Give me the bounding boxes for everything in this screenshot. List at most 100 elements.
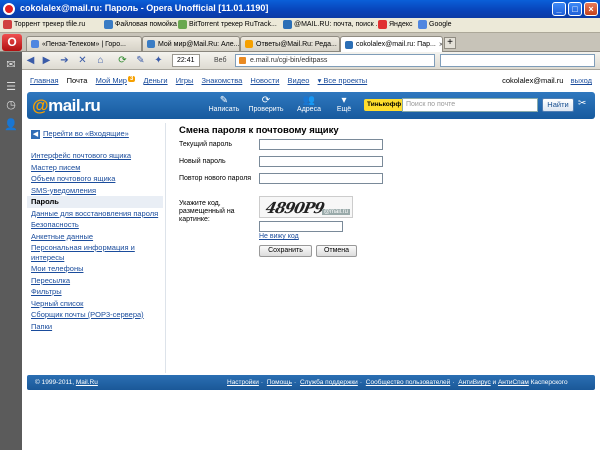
nav-glavnaya[interactable]: Главная [30,76,59,85]
more-button[interactable]: ▾ Ещё [322,95,366,113]
nav-video[interactable]: Видео [288,76,310,85]
repeat-password-input[interactable] [259,173,383,184]
check-mail-button[interactable]: ⟳ Проверить [244,95,288,113]
bookmark-mailru[interactable]: @MAIL.RU: почта, поиск ... [283,20,381,29]
new-password-label: Новый пароль [179,158,226,165]
bookmark-yandex[interactable]: Яндекс [378,20,413,29]
mailru-footer-link[interactable]: Mail.Ru [76,379,98,386]
tinkoff-ad-banner[interactable]: Тинькофф [364,99,405,111]
menu-sms[interactable]: SMS-уведомления [27,185,163,197]
menu-password[interactable]: Пароль [27,196,163,208]
refresh-icon: ⟳ [261,95,271,106]
nav-novosti[interactable]: Новости [250,76,279,85]
tab-moy-mir[interactable]: Мой мир@Mail.Ru: Але... [142,36,240,51]
history-panel-icon[interactable]: ◷ [4,98,18,112]
footer-help-link[interactable]: Помощь [267,379,292,386]
mail-header: @mail.ru ✎ Написать ⟳ Проверить 👥 Адреса ▾ Е… [27,92,595,119]
address-bar[interactable]: e.mail.ru/cgi-bin/editpass [235,54,435,67]
menu-phones[interactable]: Мои телефоны [27,263,163,275]
save-button[interactable]: Сохранить [259,245,312,257]
tab-otvety[interactable]: Ответы@Mail.Ru: Реда... [240,36,340,51]
search-button[interactable]: Найти [542,98,574,112]
back-arrow-icon[interactable]: ◀ [24,54,37,67]
close-button[interactable]: × [584,2,598,16]
minimize-button[interactable]: _ [552,2,566,16]
menu-mailbox-size[interactable]: Объем почтового ящика [27,173,163,185]
bookmark-tfile[interactable]: Торрент трекер tfile.ru [3,20,85,29]
captcha-watermark: @mail.ru [321,209,350,215]
menu-pop3-collector[interactable]: Сборщик почты (POP3-сервера) [27,309,163,321]
bookmarks-panel-icon[interactable]: ☰ [4,80,18,94]
advanced-search-icon[interactable]: ✂ [578,98,586,109]
compose-button[interactable]: ✎ Написать [202,95,246,113]
tab-close-icon[interactable]: × [439,40,442,49]
forward-arrow-icon[interactable]: ▶ [40,54,53,67]
new-password-input[interactable] [259,156,383,167]
turbo-icon[interactable]: ⟳ [116,54,129,67]
menu-forwarding[interactable]: Пересылка [27,275,163,287]
current-password-input[interactable] [259,139,383,150]
captcha-image: 4890P9 @mail.ru [259,196,353,218]
bookmark-label: Google [429,21,452,28]
navigation-toolbar: ◀ ▶ ➔ ✕ ⌂ ⟳ ✎ ✦ 22:41 Веб e.mail.ru/cgi-… [22,52,600,70]
footer-links: Настройки · Помощь · Служба поддержки · Соо… [227,379,568,386]
nav-igry[interactable]: Игры [176,76,194,85]
menu-interface[interactable]: Интерфейс почтового ящика [27,150,163,162]
tab-label: Мой мир@Mail.Ru: Але... [158,40,240,48]
home-icon[interactable]: ⌂ [94,54,107,67]
footer-antispam-link[interactable]: АнтиСпам [498,379,529,386]
bookmark-favicon [378,20,387,29]
footer-support-link[interactable]: Служба поддержки [300,379,358,386]
captcha-input[interactable] [259,221,343,232]
new-tab-button[interactable]: + [444,37,456,49]
maximize-button[interactable]: □ [568,2,582,16]
compose-label: Написать [208,106,240,113]
captcha-label: Укажите код, размещенный на картинке: [179,200,235,223]
go-to-inbox-link[interactable]: ◀ Перейти во «Входящие» [31,129,129,139]
current-password-label: Текущий пароль [179,141,232,148]
menu-blacklist[interactable]: Черный список [27,298,163,310]
stop-icon[interactable]: ✕ [76,54,89,67]
edit-icon[interactable]: ✎ [134,54,147,67]
tab-bar: O «Пенза-Телеком» | Горо... Мой мир@Mail… [0,33,600,52]
logout-link[interactable]: выход [571,76,592,85]
cant-see-code-link[interactable]: Не вижу код [259,233,299,240]
cancel-button[interactable]: Отмена [316,245,357,257]
contacts-panel-icon[interactable]: 👤 [4,118,18,132]
menu-folders[interactable]: Папки [27,321,163,333]
tab-favicon [245,40,253,48]
nav-moy-mir[interactable]: Мой Мир [96,76,127,85]
menu-security[interactable]: Безопасность [27,219,163,231]
nav-dengi[interactable]: Деньги [143,76,167,85]
fast-forward-icon[interactable]: ➔ [58,54,71,67]
opera-app-icon [3,3,15,15]
mailru-logo[interactable]: @mail.ru [32,96,101,116]
menu-profile[interactable]: Анкетные данные [27,231,163,243]
bookmark-label: @MAIL.RU: почта, поиск ... [294,21,382,28]
mail-panel-icon[interactable]: ✉ [4,58,18,72]
captcha-code: 4890P9 [264,199,326,217]
opera-menu-button[interactable]: O [2,34,22,51]
menu-recovery-data[interactable]: Данные для восстановления пароля [27,208,163,220]
tab-password-active[interactable]: cokolalex@mail.ru: Пар...× [340,36,443,52]
menu-personal-info[interactable]: Персональная информация и интересы [27,242,163,263]
bookmark-google[interactable]: Google [418,20,452,29]
nav-all-projects[interactable]: ▾ Все проекты [318,76,368,85]
nav-znakomstva[interactable]: Знакомства [202,76,243,85]
wand-icon[interactable]: ✦ [152,54,165,67]
footer-community-link[interactable]: Сообщество пользователей [366,379,450,386]
mail-search-input[interactable]: Поиск по почте [402,98,538,112]
web-button[interactable]: Веб [210,54,231,67]
tab-label: cokolalex@mail.ru: Пар... [356,41,436,48]
tab-penza-telecom[interactable]: «Пенза-Телеком» | Горо... [26,36,142,51]
bookmark-files[interactable]: Файловая помойка [104,20,177,29]
toolbar-search-input[interactable] [440,54,595,67]
footer-antivirus-link[interactable]: АнтиВирус [458,379,490,386]
menu-filters[interactable]: Фильтры [27,286,163,298]
bookmark-label: Торрент трекер tfile.ru [14,21,86,28]
menu-letter-wizard[interactable]: Мастер писем [27,162,163,174]
footer-kaspersky: Касперского [530,379,568,386]
go-to-inbox-label: Перейти во «Входящие» [43,129,129,138]
bookmark-rutracker[interactable]: BitTorrent трекер RuTrack... [178,20,277,29]
footer-settings-link[interactable]: Настройки [227,379,259,386]
